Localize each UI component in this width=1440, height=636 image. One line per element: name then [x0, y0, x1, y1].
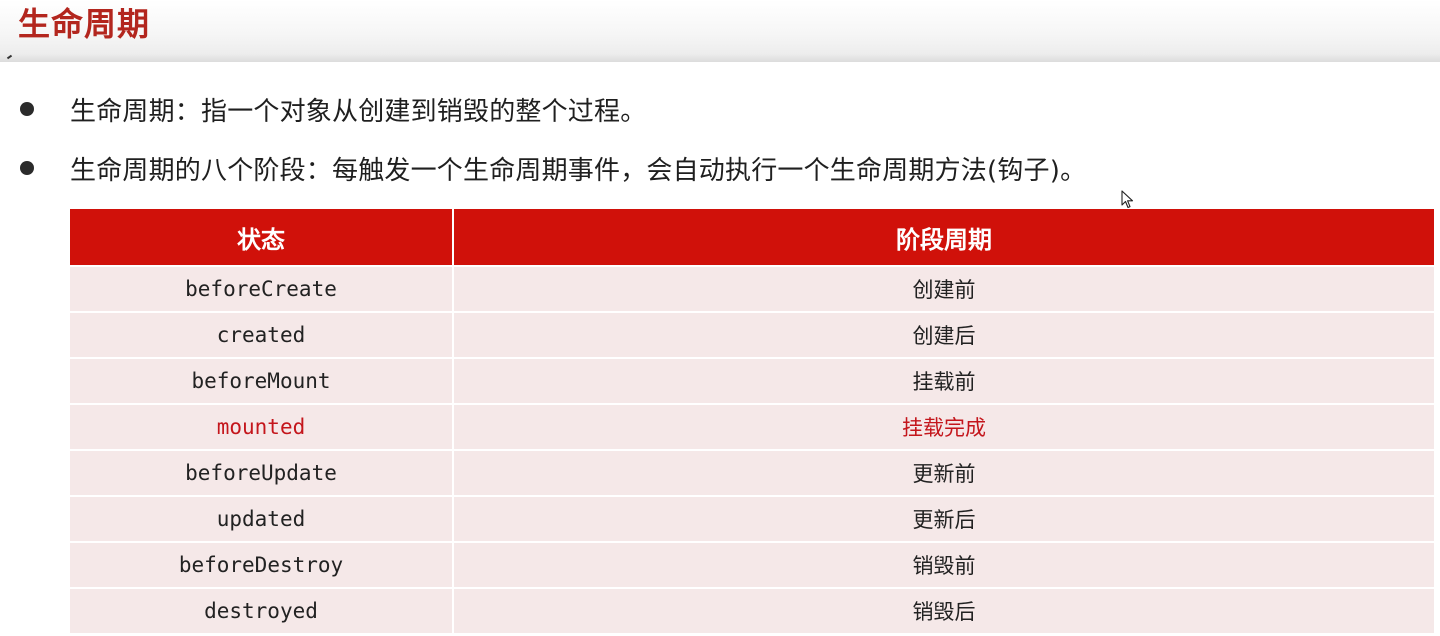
phase-cell: 更新后 [453, 496, 1434, 543]
mouse-pointer-icon [1121, 190, 1134, 209]
state-cell: beforeMount [70, 358, 454, 405]
phase-cell: 销毁后 [453, 588, 1434, 635]
column-header-phase: 阶段周期 [453, 209, 1434, 267]
bullet-dot-icon [20, 102, 34, 116]
table-row: beforeUpdate 更新前 [70, 450, 1434, 497]
table-row: destroyed 销毁后 [70, 588, 1434, 635]
state-cell: updated [70, 496, 454, 543]
table-row: beforeCreate 创建前 [70, 266, 1434, 313]
phase-cell: 挂载完成 [453, 404, 1434, 451]
bullet-dot-icon [20, 161, 34, 175]
state-cell: beforeDestroy [70, 542, 454, 589]
table-row: mounted 挂载完成 [70, 404, 1434, 451]
table-row: created 创建后 [70, 312, 1434, 359]
lifecycle-table: 状态 阶段周期 beforeCreate 创建前 created 创建后 bef… [70, 209, 1434, 635]
phase-cell: 创建前 [453, 266, 1434, 313]
state-cell: beforeUpdate [70, 450, 454, 497]
page-title: 生命周期 [18, 5, 151, 43]
table-row: beforeMount 挂载前 [70, 358, 1434, 405]
phase-cell: 创建后 [453, 312, 1434, 359]
title-bar: 生命周期 [0, 0, 1440, 62]
table-header-row: 状态 阶段周期 [70, 209, 1434, 267]
bullet-item-definition: 生命周期：指一个对象从创建到销毁的整个过程。 [20, 91, 646, 127]
phase-cell: 挂载前 [453, 358, 1434, 405]
slide-page: 生命周期 生命周期：指一个对象从创建到销毁的整个过程。 生命周期的八个阶段：每触… [0, 0, 1440, 636]
phase-cell: 销毁前 [453, 542, 1434, 589]
column-header-state: 状态 [70, 209, 454, 267]
bullet-text: 生命周期：指一个对象从创建到销毁的整个过程。 [70, 96, 647, 127]
state-cell: created [70, 312, 454, 359]
state-cell: mounted [70, 404, 454, 451]
bullet-text: 生命周期的八个阶段：每触发一个生命周期事件，会自动执行一个生命周期方法(钩子)。 [70, 155, 1087, 186]
bullet-item-stages: 生命周期的八个阶段：每触发一个生命周期事件，会自动执行一个生命周期方法(钩子)。 [20, 150, 1086, 186]
table-row: updated 更新后 [70, 496, 1434, 543]
state-cell: destroyed [70, 588, 454, 635]
table-row: beforeDestroy 销毁前 [70, 542, 1434, 589]
state-cell: beforeCreate [70, 266, 454, 313]
phase-cell: 更新前 [453, 450, 1434, 497]
